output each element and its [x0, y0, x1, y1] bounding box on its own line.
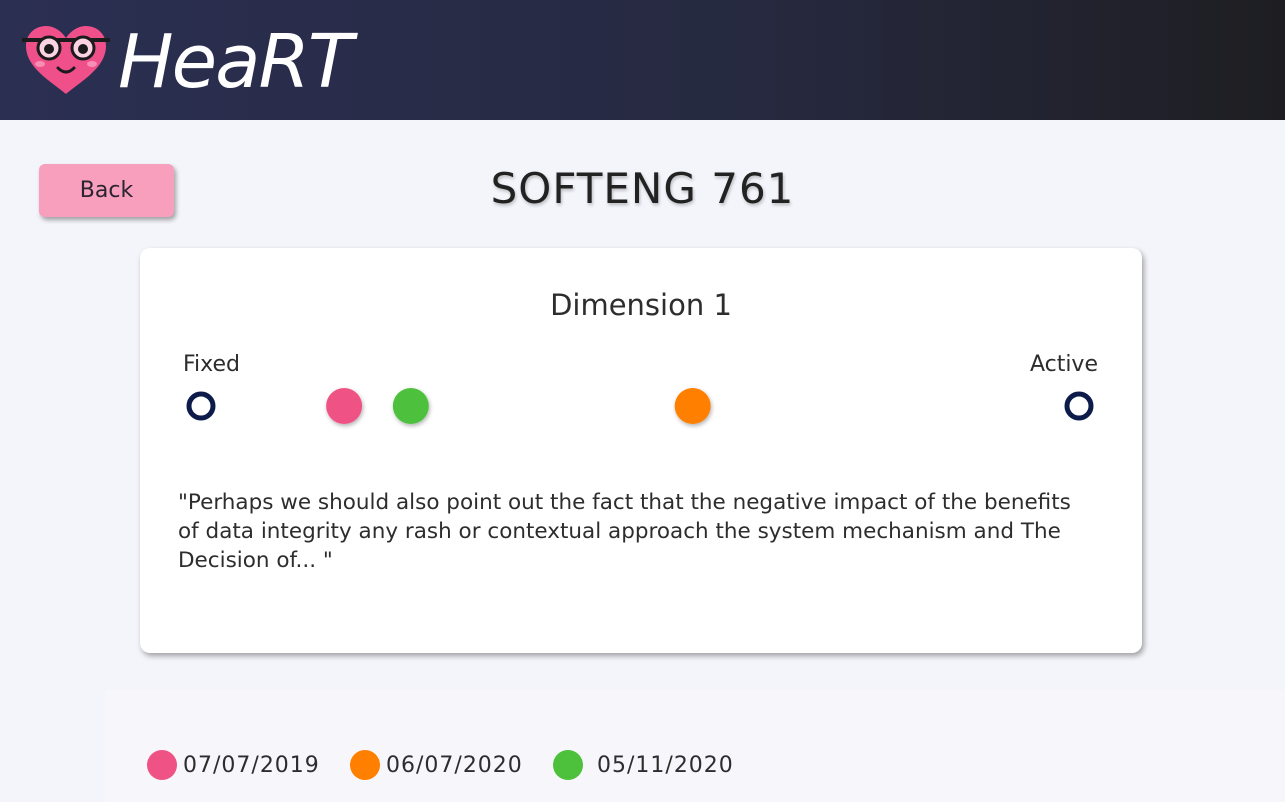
legend-dot-orange — [350, 750, 380, 780]
legend-dot-pink — [147, 750, 177, 780]
scale-left-label: Fixed — [183, 352, 241, 377]
legend-label: 06/07/2020 — [386, 752, 523, 778]
scale-marker-06-07-2020[interactable] — [674, 388, 711, 424]
app-logo-text: HeaRT — [118, 19, 353, 105]
legend-label: 07/07/2019 — [183, 752, 320, 778]
dimension-title: Dimension 1 — [550, 288, 732, 322]
legend-panel — [106, 690, 1285, 802]
legend-dot-green — [553, 750, 583, 780]
dimension-scale — [186, 388, 1094, 424]
scale-end-endpoint — [1064, 391, 1094, 421]
page-title: SOFTENG 761 — [490, 164, 795, 213]
scale-marker-07-07-2019[interactable] — [326, 388, 363, 424]
dimension-quote: "Perhaps we should also point out the fa… — [178, 490, 1071, 573]
legend-item: 07/07/2019 — [147, 748, 320, 782]
scale-right-label: Active — [1029, 352, 1098, 377]
dimension-card: Dimension 1 Fixed Active "Perhaps we sho… — [140, 248, 1142, 653]
legend-label: 05/11/2020 — [597, 752, 734, 778]
legend-item: 06/07/2020 — [350, 748, 523, 782]
heart-logo-icon — [22, 26, 110, 94]
scale-marker-05-11-2020[interactable] — [392, 388, 429, 424]
legend-item: 05/11/2020 — [553, 748, 734, 782]
scale-start-endpoint — [186, 391, 216, 421]
app-header: HeaRT — [0, 0, 1285, 120]
